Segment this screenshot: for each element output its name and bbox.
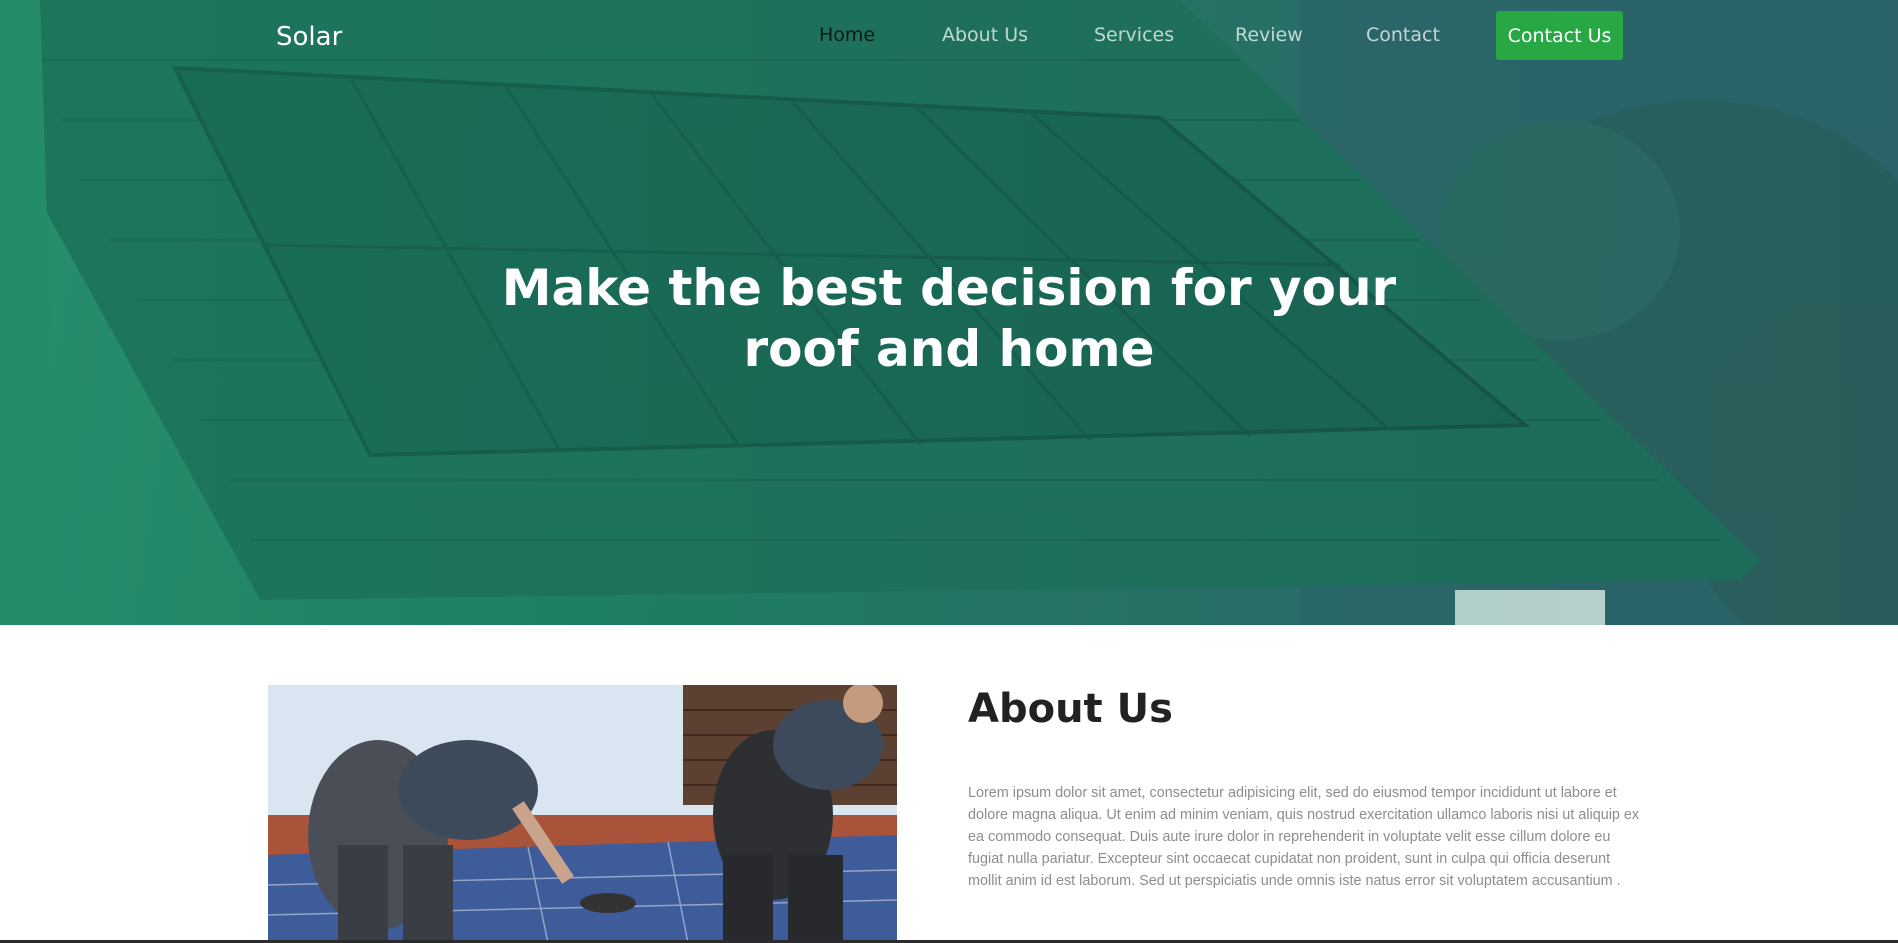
headline-text-pre: Make the (501, 259, 780, 317)
navbar: Solar Home About Us Services Review Cont… (0, 0, 1898, 72)
about-description: Lorem ipsum dolor sit amet, consectetur … (968, 785, 1640, 889)
nav-link-services[interactable]: Services (1094, 24, 1174, 46)
contact-us-button[interactable]: Contact Us (1496, 11, 1623, 60)
nav-link-review[interactable]: Review (1235, 24, 1303, 46)
about-title: About Us (968, 686, 1173, 732)
hero-headline: Make the best decision for your roof and… (449, 258, 1449, 380)
about-workers-image (268, 685, 897, 943)
nav-link-about-us[interactable]: About Us (942, 24, 1028, 46)
brand-logo[interactable]: Solar (276, 22, 342, 52)
hero-section: Solar Home About Us Services Review Cont… (0, 0, 1898, 625)
nav-link-contact[interactable]: Contact (1366, 24, 1440, 46)
headline-text-bold: best decision (779, 259, 1154, 317)
nav-link-home[interactable]: Home (819, 24, 875, 46)
